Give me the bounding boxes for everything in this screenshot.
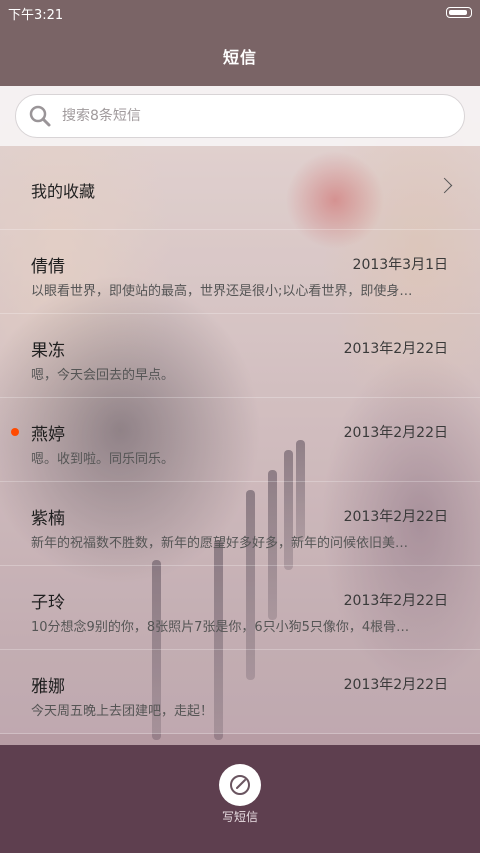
status-bar: 下午3:21 — [0, 0, 480, 26]
conversation-row[interactable]: 子玲 2013年2月22日 10分想念9别的你，8张照片7张是你，6只小狗5只像… — [0, 566, 480, 650]
conversation-row[interactable]: 燕婷 2013年2月22日 嗯。收到啦。同乐同乐。 — [0, 398, 480, 482]
message-date: 2013年2月22日 — [343, 509, 448, 525]
contact-name: 燕婷 — [31, 425, 65, 445]
message-date: 2013年2月22日 — [343, 425, 448, 441]
bottom-bar: 写短信 — [0, 745, 480, 853]
favorites-label: 我的收藏 — [31, 182, 96, 201]
chevron-right-icon — [436, 177, 453, 194]
search-input[interactable] — [60, 107, 424, 125]
contact-name: 果冻 — [31, 341, 65, 361]
favorites-row[interactable]: 我的收藏 — [0, 146, 480, 230]
conversation-row[interactable]: 雅娜 2013年2月22日 今天周五晚上去团建吧，走起！ — [0, 650, 480, 734]
compose-label: 写短信 — [221, 810, 258, 824]
message-preview: 今天周五晚上去团建吧，走起！ — [31, 704, 214, 719]
conversation-row[interactable]: 倩倩 2013年3月1日 以眼看世界，即使站的最高，世界还是很小;以心看世界，即… — [0, 230, 480, 314]
contact-name: 紫楠 — [31, 509, 65, 529]
message-preview: 新年的祝福数不胜数，新年的愿望好多好多，新年的问候依旧美… — [31, 536, 409, 551]
battery-icon — [446, 7, 472, 18]
conversation-list: 我的收藏 倩倩 2013年3月1日 以眼看世界，即使站的最高，世界还是很小;以心… — [0, 146, 480, 734]
message-preview: 以眼看世界，即使站的最高，世界还是很小;以心看世界，即使身… — [31, 284, 413, 299]
unread-dot-icon — [11, 428, 19, 436]
message-preview: 10分想念9别的你，8张照片7张是你，6只小狗5只像你，4根骨… — [31, 620, 410, 635]
message-date: 2013年3月1日 — [352, 257, 448, 273]
search-box[interactable] — [15, 94, 465, 138]
conversation-row[interactable]: 果冻 2013年2月22日 嗯，今天会回去的早点。 — [0, 314, 480, 398]
conversation-row[interactable]: 紫楠 2013年2月22日 新年的祝福数不胜数，新年的愿望好多好多，新年的问候依… — [0, 482, 480, 566]
status-time: 下午3:21 — [8, 8, 64, 23]
contact-name: 子玲 — [31, 593, 65, 613]
contact-name: 倩倩 — [31, 257, 65, 277]
contact-name: 雅娜 — [31, 677, 65, 697]
message-date: 2013年2月22日 — [343, 677, 448, 693]
message-date: 2013年2月22日 — [343, 341, 448, 357]
search-area — [0, 86, 480, 146]
message-preview: 嗯，今天会回去的早点。 — [31, 368, 175, 383]
page-title: 短信 — [222, 48, 257, 67]
message-preview: 嗯。收到啦。同乐同乐。 — [31, 452, 175, 467]
compose-button[interactable] — [219, 764, 261, 806]
search-icon — [28, 104, 52, 128]
message-date: 2013年2月22日 — [343, 593, 448, 609]
title-bar: 短信 — [0, 26, 480, 86]
compose-icon — [230, 775, 250, 795]
